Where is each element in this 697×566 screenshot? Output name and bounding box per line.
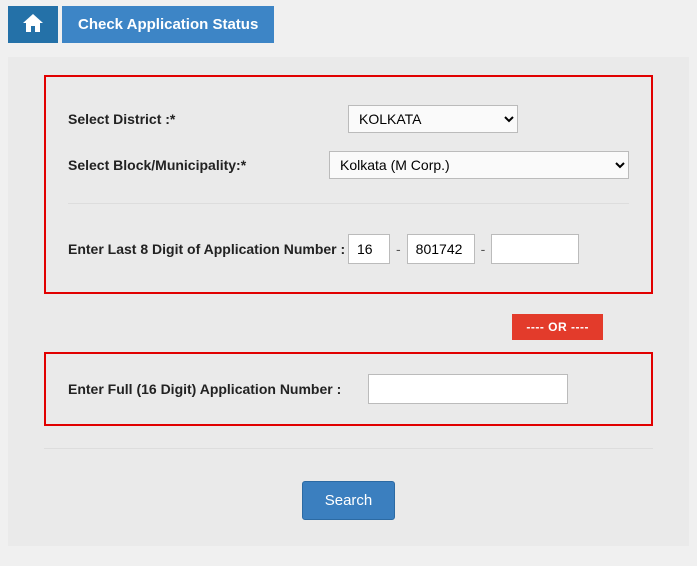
home-icon — [21, 11, 45, 38]
full-number-input[interactable] — [368, 374, 568, 404]
separator-bottom — [44, 448, 653, 449]
app-part1-input[interactable] — [348, 234, 390, 264]
block-select[interactable]: Kolkata (M Corp.) — [329, 151, 629, 179]
app-part2-input[interactable] — [407, 234, 475, 264]
page-title-button[interactable]: Check Application Status — [62, 6, 274, 43]
search-button[interactable]: Search — [302, 481, 396, 520]
or-divider-badge: ---- OR ---- — [512, 314, 603, 340]
full-number-label: Enter Full (16 Digit) Application Number… — [68, 378, 368, 400]
block-label: Select Block/Municipality:* — [68, 154, 329, 176]
dash-2: - — [481, 241, 486, 257]
last8-label: Enter Last 8 Digit of Application Number… — [68, 238, 348, 260]
dash-1: - — [396, 241, 401, 257]
app-part3-input[interactable] — [491, 234, 579, 264]
page-title: Check Application Status — [78, 16, 258, 33]
form-panel: Select District :* KOLKATA Select Block/… — [8, 57, 689, 546]
district-select[interactable]: KOLKATA — [348, 105, 518, 133]
home-button[interactable] — [8, 6, 58, 43]
search-by-full-box: Enter Full (16 Digit) Application Number… — [44, 352, 653, 426]
separator — [68, 203, 629, 204]
search-by-parts-box: Select District :* KOLKATA Select Block/… — [44, 75, 653, 294]
district-label: Select District :* — [68, 108, 348, 130]
